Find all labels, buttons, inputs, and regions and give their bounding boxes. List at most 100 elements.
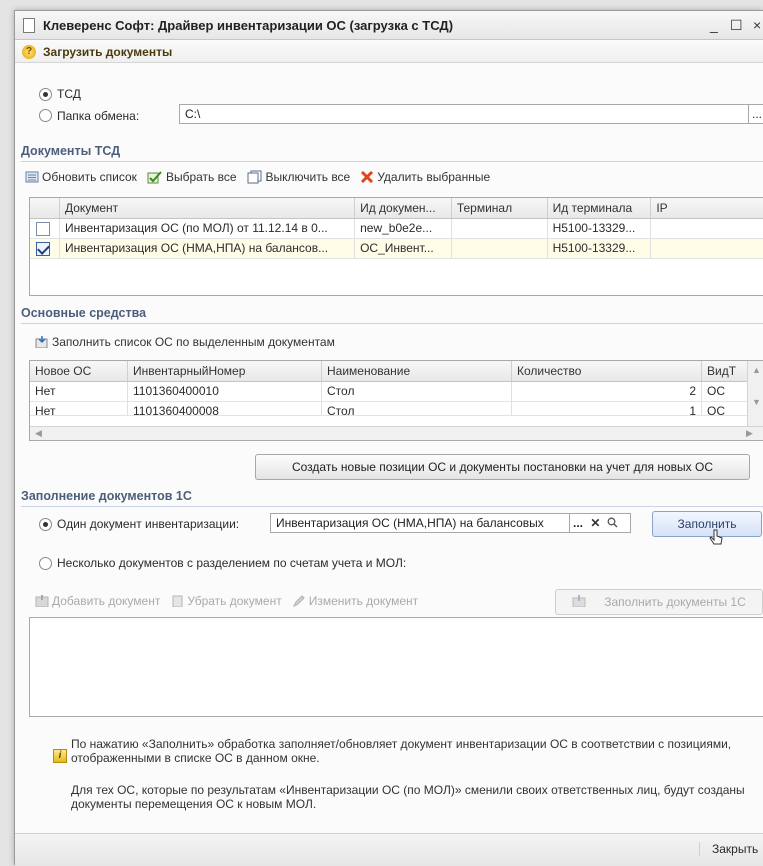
table-row[interactable]: Инвентаризация ОС (по МОЛ) от 11.12.14 в… <box>30 219 763 239</box>
quantity-cell: 1 <box>512 402 702 415</box>
fill-1c-docs-button[interactable]: Заполнить документы 1С <box>555 589 763 615</box>
uncheck-all-icon <box>247 170 262 184</box>
terminal-id-cell: H5100-13329... <box>548 239 652 258</box>
clear-icon[interactable]: ✕ <box>590 516 600 530</box>
table-header: Новое ОС ИнвентарныйНомер Наименование К… <box>30 361 763 382</box>
vertical-scrollbar[interactable]: ▲ ▼ <box>747 361 763 426</box>
fill-list-icon <box>35 336 48 348</box>
column-header[interactable]: Наименование <box>322 361 512 381</box>
doc-cell: Инвентаризация ОС (по МОЛ) от 11.12.14 в… <box>60 219 356 238</box>
column-header[interactable]: IP <box>651 198 763 218</box>
remove-document-label: Убрать документ <box>187 594 282 608</box>
column-header[interactable]: ИнвентарныйНомер <box>128 361 322 381</box>
refresh-list-button[interactable]: Обновить список <box>25 170 137 184</box>
close-window-button[interactable]: × <box>753 17 761 33</box>
footer-bar: Закрыть <box>15 833 763 866</box>
inventory-number-cell: 1101360400008 <box>128 402 322 415</box>
help-icon[interactable]: ? <box>22 44 36 59</box>
delete-selected-button[interactable]: Удалить выбранные <box>360 170 490 184</box>
section-divider <box>21 506 763 507</box>
scroll-right-icon[interactable]: ▶ <box>746 428 753 439</box>
scroll-up-icon[interactable]: ▲ <box>752 365 761 375</box>
documents-list[interactable] <box>29 617 763 717</box>
section-divider <box>21 161 763 162</box>
asset-name-cell: Стол <box>322 402 512 415</box>
table-row[interactable]: Нет 1101360400008 Стол 1 ОС <box>30 402 763 416</box>
mouse-cursor-icon <box>709 529 723 545</box>
fill-button[interactable]: Заполнить <box>652 511 762 537</box>
assets-table[interactable]: Новое ОС ИнвентарныйНомер Наименование К… <box>29 360 763 441</box>
terminal-cell <box>452 239 548 258</box>
document-icon <box>23 17 35 33</box>
fill-1c-section-title: Заполнение документов 1С <box>21 489 192 503</box>
column-header[interactable]: ВидТ <box>702 361 748 381</box>
doc-cell: Инвентаризация ОС (НМА,НПА) на балансов.… <box>60 239 356 258</box>
terminal-cell <box>452 219 548 238</box>
inventory-number-cell: 1101360400010 <box>128 382 322 401</box>
edit-document-label: Изменить документ <box>308 594 419 608</box>
select-doc-button[interactable]: ... <box>573 516 583 530</box>
quantity-cell: 2 <box>512 382 702 401</box>
asset-name-cell: Стол <box>322 382 512 401</box>
column-header[interactable]: Ид терминала <box>548 198 652 218</box>
remove-document-icon <box>172 595 183 607</box>
asset-kind-cell: ОС <box>707 404 725 415</box>
new-asset-cell: Нет <box>30 402 128 415</box>
ip-cell <box>651 219 763 238</box>
tsd-docs-section-title: Документы ТСД <box>21 144 121 158</box>
single-doc-label: Один документ инвентаризации: <box>57 517 240 531</box>
folder-radio-label: Папка обмена: <box>57 109 140 123</box>
column-header[interactable]: Новое ОС <box>30 361 128 381</box>
multi-doc-radio[interactable] <box>39 557 52 570</box>
remove-document-button[interactable]: Убрать документ <box>170 594 282 608</box>
create-new-assets-button[interactable]: Создать новые позиции ОС и документы пос… <box>255 454 750 480</box>
table-row[interactable]: Нет 1101360400010 Стол 2 ОС <box>30 382 763 402</box>
fill-assets-label: Заполнить список ОС по выделенным докуме… <box>52 335 335 349</box>
assets-section-title: Основные средства <box>21 306 147 320</box>
column-header[interactable]: Терминал <box>452 198 548 218</box>
main-window: Клеверенс Софт: Драйвер инвентаризации О… <box>14 10 763 866</box>
tsd-docs-table[interactable]: Документ Ид докумен... Терминал Ид терми… <box>29 197 763 296</box>
tsd-docs-toolbar: Обновить список Выбрать все Выключить вс… <box>25 170 500 184</box>
inventory-doc-input[interactable]: Инвентаризация ОС (НМА,НПА) на балансовы… <box>270 513 570 533</box>
minimize-button[interactable]: _ <box>710 17 718 33</box>
table-row[interactable]: Инвентаризация ОС (НМА,НПА) на балансов.… <box>30 239 763 259</box>
folder-radio[interactable] <box>39 109 52 122</box>
column-header[interactable]: Ид докумен... <box>355 198 452 218</box>
fill-1c-docs-label: Заполнить документы 1С <box>604 595 746 609</box>
table-header: Документ Ид докумен... Терминал Ид терми… <box>30 198 763 219</box>
scroll-down-icon[interactable]: ▼ <box>752 397 761 407</box>
scroll-left-icon[interactable]: ◀ <box>35 428 42 439</box>
browse-folder-button[interactable]: ... <box>748 104 763 124</box>
row-checkbox[interactable] <box>36 221 50 236</box>
single-doc-radio[interactable] <box>39 518 52 531</box>
select-all-button[interactable]: Выбрать все <box>147 170 237 184</box>
asset-kind-cell: ОС <box>707 384 725 398</box>
search-icon[interactable] <box>607 517 618 528</box>
doc-input-actions: ... ✕ <box>569 513 631 533</box>
delete-selected-label: Удалить выбранные <box>377 170 491 184</box>
list-icon <box>25 171 39 183</box>
select-all-label: Выбрать все <box>165 170 237 184</box>
folder-path-input[interactable]: C:\ <box>179 104 749 124</box>
close-button[interactable]: Закрыть <box>699 842 758 856</box>
terminal-id-cell: H5100-13329... <box>548 219 652 238</box>
deselect-all-label: Выключить все <box>265 170 351 184</box>
info-icon: i <box>53 749 67 763</box>
load-documents-command[interactable]: Загрузить документы <box>43 45 172 59</box>
check-all-icon <box>147 171 162 184</box>
edit-document-button[interactable]: Изменить документ <box>292 594 418 608</box>
add-document-label: Добавить документ <box>52 594 161 608</box>
maximize-button[interactable]: ☐ <box>730 17 743 34</box>
deselect-all-button[interactable]: Выключить все <box>247 170 351 184</box>
row-checkbox[interactable] <box>36 241 50 256</box>
column-header[interactable]: Количество <box>512 361 702 381</box>
tsd-radio[interactable] <box>39 88 52 101</box>
window-title: Клеверенс Софт: Драйвер инвентаризации О… <box>43 17 454 33</box>
column-header[interactable]: Документ <box>60 198 356 218</box>
fill-assets-button[interactable]: Заполнить список ОС по выделенным докуме… <box>35 335 335 349</box>
tsd-radio-label: ТСД <box>57 87 81 101</box>
add-document-button[interactable]: Добавить документ <box>35 594 160 608</box>
docs-toolbar: Добавить документ Убрать документ Измени… <box>35 594 428 608</box>
horizontal-scrollbar[interactable]: ◀ ▶ <box>30 426 763 440</box>
